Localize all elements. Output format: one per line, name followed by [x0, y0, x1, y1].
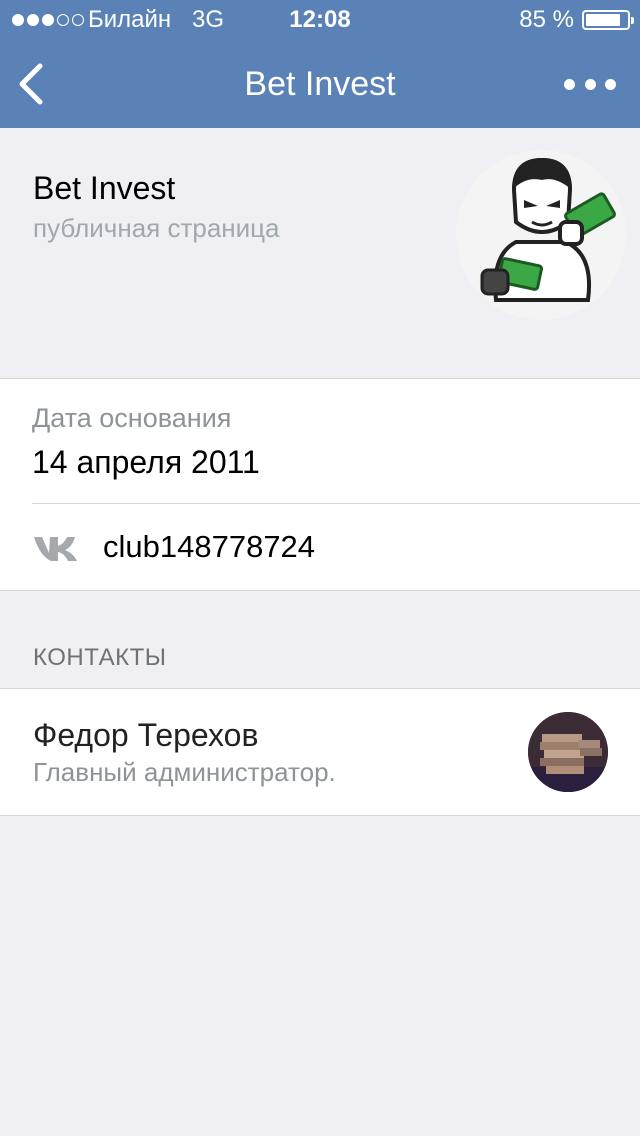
status-bar: Билайн 3G 12:08 85 % [0, 0, 640, 40]
founded-label: Дата основания [32, 403, 232, 433]
info-card: Дата основания 14 апреля 2011 club148778… [0, 378, 640, 591]
page-title: Bet Invest [244, 65, 396, 103]
more-button[interactable] [560, 68, 620, 100]
contact-name: Федор Терехов [33, 717, 259, 753]
founded-date: 14 апреля 2011 [32, 444, 260, 480]
more-dot [584, 78, 596, 90]
divider [32, 503, 640, 504]
cartoon-character-icon [456, 150, 626, 320]
more-dot [605, 78, 616, 90]
vk-icon [34, 537, 77, 561]
nav-bar: Bet Invest [0, 40, 640, 128]
community-name: Bet Invest [33, 170, 176, 206]
community-avatar[interactable] [456, 150, 626, 320]
contact-row[interactable]: Федор Терехов Главный администратор. [0, 688, 640, 816]
contact-role: Главный администратор. [33, 757, 336, 787]
contact-avatar[interactable] [528, 712, 608, 792]
community-link[interactable]: club148778724 [103, 529, 315, 565]
profile-section: Bet Invest публичная страница [0, 128, 640, 378]
more-dot [564, 78, 575, 90]
contact-photo-icon [528, 712, 608, 792]
battery-percent: 85 % [519, 6, 574, 33]
battery-icon [582, 10, 634, 30]
battery-fill [586, 14, 620, 26]
contacts-section-header: КОНТАКТЫ [33, 644, 167, 671]
community-type: публичная страница [33, 213, 280, 243]
header: Билайн 3G 12:08 85 % Bet Invest [0, 0, 640, 128]
